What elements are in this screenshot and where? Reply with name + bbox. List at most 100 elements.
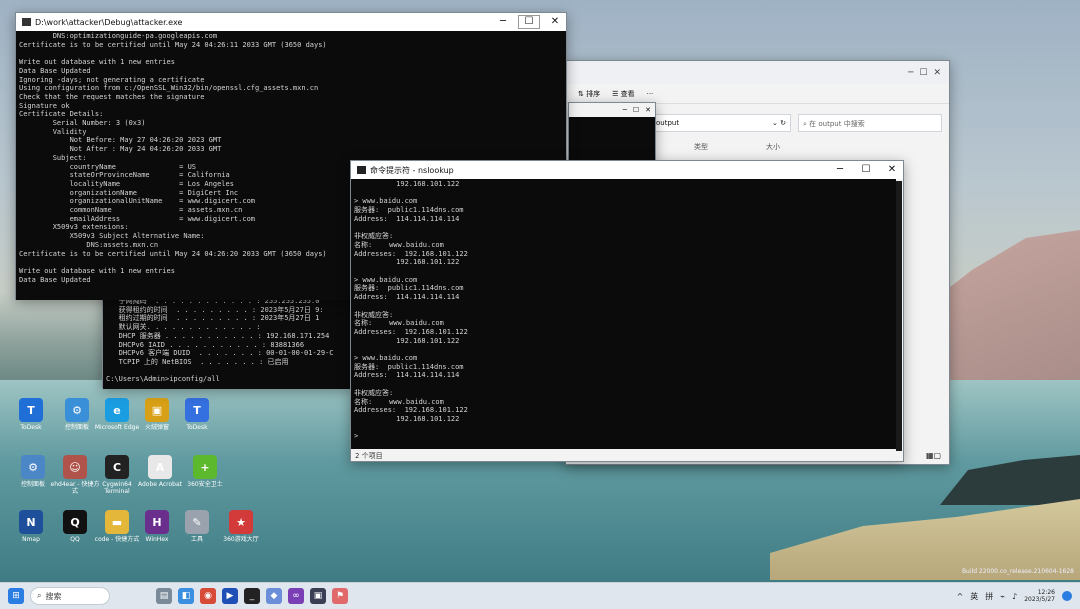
chevron-up-icon[interactable]: ^ xyxy=(957,592,964,601)
desktop-icon-glyph: C xyxy=(105,455,129,479)
start-button[interactable]: ⊞ xyxy=(8,588,24,604)
task-view-icon[interactable]: ▤ xyxy=(156,588,172,604)
minimize-icon[interactable]: ─ xyxy=(623,106,627,114)
desktop-icon-glyph: ⚙ xyxy=(21,455,45,479)
window-title: D:\work\attacker\Debug\attacker.exe xyxy=(35,17,183,27)
console-line: 名称: www.baidu.com xyxy=(354,397,444,406)
column-size[interactable]: 大小 xyxy=(766,142,780,152)
view-toggle-icon[interactable]: ▦▢ xyxy=(926,451,941,460)
console-line: 非权威应答: xyxy=(354,388,394,397)
console-line: 名称: www.baidu.com xyxy=(354,319,444,328)
window-title: 命令提示符 - nslookup xyxy=(370,165,454,175)
desktop-icon-label: 工具 xyxy=(190,536,203,543)
desktop-icon-glyph: Q xyxy=(63,510,87,534)
network-icon[interactable]: ⌁ xyxy=(1000,592,1005,601)
minimize-icon[interactable]: ─ xyxy=(829,161,851,179)
notification-icon[interactable] xyxy=(1062,591,1072,601)
maximize-icon[interactable]: ☐ xyxy=(919,68,927,78)
desktop-icon[interactable]: +360安全卫士 xyxy=(180,455,230,488)
console-line: 默认网关. . . . . . . . . . . . . : xyxy=(106,323,261,332)
console-line: Certificate is to be certified until May… xyxy=(19,40,327,49)
minimize-icon[interactable]: ─ xyxy=(908,68,913,78)
console-line: 非权威应答: xyxy=(354,232,394,241)
visual-studio-icon[interactable]: ∞ xyxy=(288,588,304,604)
desktop-icon-glyph: ▬ xyxy=(105,510,129,534)
maximize-icon[interactable]: ☐ xyxy=(633,106,639,114)
sort-button[interactable]: ⇅ 排序 xyxy=(578,89,600,99)
view-button[interactable]: ☰ 查看 xyxy=(612,89,635,99)
terminal-icon[interactable]: ▶ xyxy=(222,588,238,604)
console-line: 租约过期的时间 . . . . . . . . . : 2023年5月27日 1 xyxy=(106,314,320,323)
console-line: 192.168.101.122 xyxy=(354,180,460,188)
ipconfig-window[interactable]: 子网掩码 . . . . . . . . . . . . : 255.255.2… xyxy=(102,288,354,389)
console-line: Serial Number: 3 (0x3) xyxy=(19,119,146,128)
desktop-icon-glyph: N xyxy=(19,510,43,534)
lang-indicator[interactable]: 英 xyxy=(970,591,978,602)
nslookup-window[interactable]: 命令提示符 - nslookup ─ ☐ ✕ 192.168.101.122 >… xyxy=(350,160,904,462)
desktop-icon[interactable]: A Adobe Acrobat xyxy=(135,455,185,488)
desktop-icon[interactable]: T ToDesk xyxy=(6,398,56,431)
app-icon[interactable]: ◆ xyxy=(266,588,282,604)
console-line: 名称: www.baidu.com xyxy=(354,240,444,249)
desktop-icon-glyph: ☺ xyxy=(63,455,87,479)
console-line: > www.baidu.com xyxy=(354,197,418,206)
search-icon: ⌕ xyxy=(37,591,42,600)
terminal-app-icon[interactable]: ▣ xyxy=(310,588,326,604)
console-preview xyxy=(569,117,655,163)
minimize-icon[interactable]: ─ xyxy=(492,13,514,31)
desktop-icon-glyph: T xyxy=(185,398,209,422)
desktop-icon[interactable]: ✎ 工具 xyxy=(172,510,222,543)
desktop-icon[interactable]: ★ 360游戏大厅 xyxy=(216,510,266,543)
scrollbar[interactable] xyxy=(896,181,902,451)
ime-indicator[interactable]: 拼 xyxy=(985,591,993,602)
close-icon[interactable]: ✕ xyxy=(645,106,651,114)
desktop-icon[interactable]: T ToDesk xyxy=(172,398,222,431)
console-line: DNS:optimizationguide-pa.googleapis.com xyxy=(19,32,218,40)
close-icon[interactable]: ✕ xyxy=(881,161,903,179)
address-bar[interactable]: output ⌄ ↻ xyxy=(651,114,791,132)
console-line: 192.168.101.122 xyxy=(354,414,460,423)
close-icon[interactable]: ✕ xyxy=(544,13,566,31)
search-input[interactable]: ⌕ 在 output 中搜索 xyxy=(798,114,942,132)
close-icon[interactable]: ✕ xyxy=(933,68,941,78)
console-line: Address: 114.114.114.114 xyxy=(354,293,460,302)
widgets-icon[interactable]: ◧ xyxy=(178,588,194,604)
ipconfig-output: 子网掩码 . . . . . . . . . . . . : 255.255.2… xyxy=(103,289,353,389)
cmd-icon xyxy=(357,166,366,174)
console-line: Write out database with 1 new entries xyxy=(19,58,175,67)
clock[interactable]: 12:26 2023/5/27 xyxy=(1024,589,1055,603)
column-type[interactable]: 类型 xyxy=(694,142,708,152)
network-tool-icon[interactable]: ⚑ xyxy=(332,588,348,604)
cmd-icon[interactable]: _ xyxy=(244,588,260,604)
console-line: Addresses: 192.168.101.122 xyxy=(354,249,468,258)
desktop-icon-glyph: ✎ xyxy=(185,510,209,534)
taskbar-search[interactable]: ⌕ 搜索 xyxy=(30,587,110,605)
console-line: 服务器: public1.114dns.com xyxy=(354,284,464,293)
maximize-icon[interactable]: ☐ xyxy=(518,15,540,29)
console-line: C:\Users\Admin>ipconfig/all xyxy=(106,375,220,384)
volume-icon[interactable]: ♪ xyxy=(1012,592,1017,601)
console-line: Check that the request matches the signa… xyxy=(19,92,205,101)
maximize-icon[interactable]: ☐ xyxy=(855,161,877,179)
console-line: 服务器: public1.114dns.com xyxy=(354,206,464,215)
desktop-icon[interactable]: N Nmap xyxy=(6,510,56,543)
console-line: 192.168.101.122 xyxy=(354,258,460,267)
desktop-icon-glyph: + xyxy=(193,455,217,479)
desktop-icon-label: ToDesk xyxy=(20,424,42,431)
desktop-icon-glyph: H xyxy=(145,510,169,534)
console-line: Ignoring -days; not generating a certifi… xyxy=(19,75,205,84)
chevron-down-icon[interactable]: ⌄ ↻ xyxy=(772,119,786,127)
desktop-icon-label: ToDesk xyxy=(186,424,208,431)
console-line: > xyxy=(354,432,359,441)
more-icon[interactable]: ··· xyxy=(647,90,654,98)
status-bar: 2 个项目 xyxy=(355,452,383,460)
console-line: Certificate Details: xyxy=(19,110,104,119)
desktop-icon-glyph: ★ xyxy=(229,510,253,534)
chrome-icon[interactable]: ◉ xyxy=(200,588,216,604)
nslookup-output: 192.168.101.122 > www.baidu.com 服务器: publ… xyxy=(351,179,896,449)
explorer-small-window[interactable]: ─ ☐ ✕ xyxy=(568,102,656,163)
desktop-icon-glyph: T xyxy=(19,398,43,422)
